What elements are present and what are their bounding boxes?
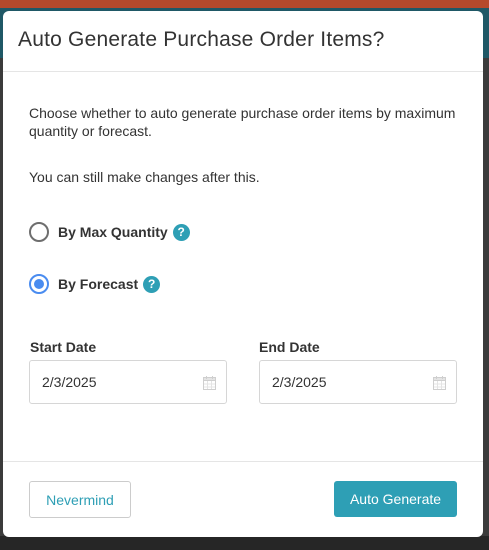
max-quantity-radio[interactable]: [29, 222, 49, 242]
max-quantity-help-icon[interactable]: ?: [172, 223, 190, 241]
background-top-bar: [0, 0, 489, 8]
forecast-help-icon[interactable]: ?: [143, 275, 161, 293]
forecast-radio[interactable]: [29, 274, 49, 294]
nevermind-button[interactable]: Nevermind: [29, 481, 131, 518]
calendar-icon[interactable]: [203, 376, 216, 390]
max-quantity-label[interactable]: By Max Quantity: [58, 224, 168, 240]
start-date-value: 2/3/2025: [42, 374, 97, 390]
end-date-label: End Date: [259, 339, 320, 355]
auto-generate-dialog: Auto Generate Purchase Order Items? Choo…: [3, 11, 483, 537]
option-forecast[interactable]: By Forecast ?: [29, 273, 161, 295]
end-date-input[interactable]: 2/3/2025: [259, 360, 457, 404]
start-date-input[interactable]: 2/3/2025: [29, 360, 227, 404]
calendar-icon[interactable]: [433, 376, 446, 390]
forecast-label[interactable]: By Forecast: [58, 276, 138, 292]
start-date-label: Start Date: [30, 339, 97, 355]
auto-generate-button[interactable]: Auto Generate: [334, 481, 457, 517]
end-date-value: 2/3/2025: [272, 374, 327, 390]
dialog-footer: Nevermind Auto Generate: [3, 461, 483, 537]
option-max-quantity[interactable]: By Max Quantity ?: [29, 221, 190, 243]
dialog-title: Auto Generate Purchase Order Items?: [18, 28, 385, 51]
dialog-header: Auto Generate Purchase Order Items?: [3, 11, 483, 72]
dialog-description: Choose whether to auto generate purchase…: [29, 105, 456, 139]
background-bottom-bar: [0, 536, 489, 550]
dialog-note: You can still make changes after this.: [29, 169, 260, 185]
